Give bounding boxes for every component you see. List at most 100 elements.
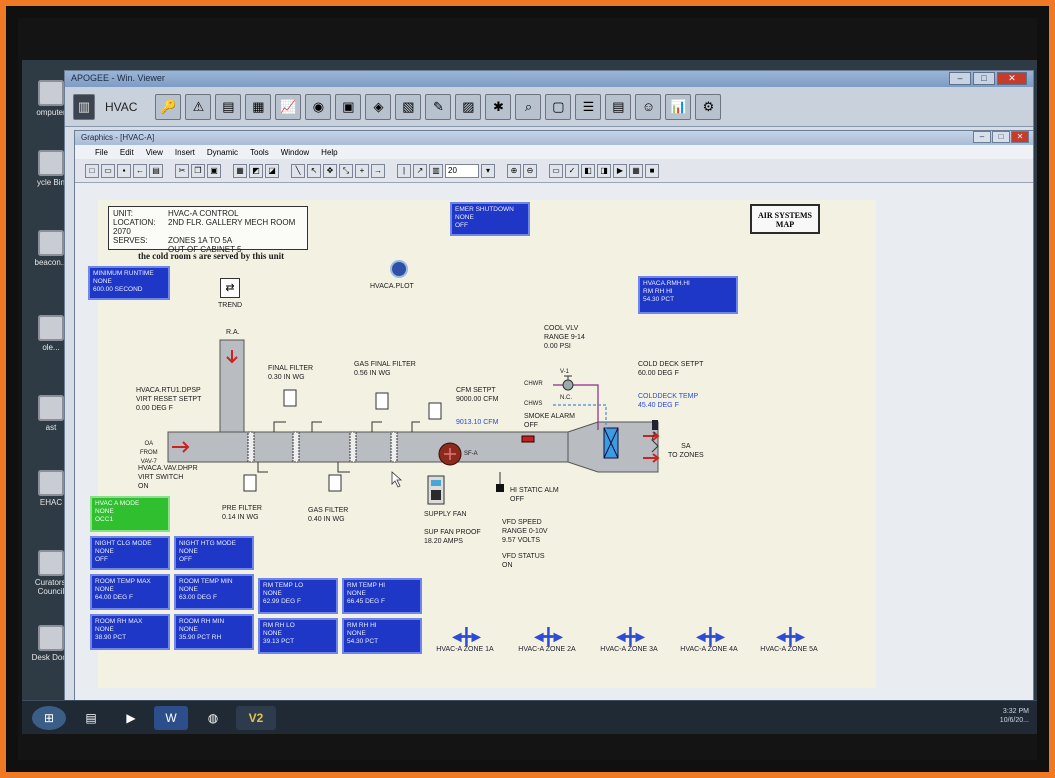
rm-rh-hi-box[interactable]: RM RH HI NONE 54.30 PCT [342,618,422,654]
menu-window[interactable]: Window [281,148,309,157]
emer-shutdown-box[interactable]: EMER SHUTDOWN NONE OFF [450,202,530,236]
taskbar-media-icon[interactable]: ▶ [114,706,148,730]
cursor-icon[interactable]: | [397,163,411,178]
zone-4a-link[interactable]: ◄╋► HVAC-A ZONE 4A [674,630,744,654]
menu-help[interactable]: Help [321,148,337,157]
tool-graphics-icon[interactable]: ▦ [245,93,272,120]
room-rh-min-box[interactable]: ROOM RH MIN NONE 35.90 PCT RH [174,614,254,650]
tool-window-icon[interactable]: ▢ [545,93,572,120]
layer-b-icon[interactable]: ✓ [565,163,579,178]
pointer-icon[interactable]: ↗ [413,163,427,178]
taskbar-explorer-icon[interactable]: ▤ [74,706,108,730]
step-icon[interactable]: → [371,163,385,178]
trend-icon[interactable]: ⇄ [220,278,240,298]
unit-note: the cold room s are served by this unit [138,251,285,261]
room-temp-min-box[interactable]: ROOM TEMP MIN NONE 63.00 DEG F [174,574,254,610]
room-rh-max-box[interactable]: ROOM RH MAX NONE 38.90 PCT [90,614,170,650]
plot-icon[interactable] [390,260,408,278]
zone-5a-link[interactable]: ◄╋► HVAC-A ZONE 5A [754,630,824,654]
tool-shield-icon[interactable]: ◈ [365,93,392,120]
min-runtime-box[interactable]: MINIMUM RUNTIME NONE 600.00 SECOND [88,266,170,300]
print-icon[interactable]: ▤ [149,163,163,178]
add-icon[interactable]: + [355,163,369,178]
night-clg-mode-box[interactable]: NIGHT CLG MODE NONE OFF [90,536,170,570]
night-htg-mode-box[interactable]: NIGHT HTG MODE NONE OFF [174,536,254,570]
tool-network-icon[interactable]: ▣ [335,93,362,120]
tool-b-icon[interactable]: ◩ [249,163,263,178]
zoom-select[interactable]: 20 [445,163,479,178]
zone-3a-link[interactable]: ◄╋► HVAC-A ZONE 3A [594,630,664,654]
graphics-minimize-button[interactable]: – [973,131,991,143]
new-icon[interactable]: □ [85,163,99,178]
air-systems-map-button[interactable]: AIR SYSTEMS MAP [750,204,820,234]
graphics-maximize-button[interactable]: □ [992,131,1010,143]
zoom-dropdown-icon[interactable]: ▾ [481,163,495,178]
rm-temp-hi-box[interactable]: RM TEMP HI NONE 66.45 DEG F [342,578,422,614]
tool-database-icon[interactable]: ▧ [395,93,422,120]
close-button[interactable]: ✕ [997,72,1027,85]
grid-icon[interactable]: ▥ [429,163,443,178]
tool-schedule-icon[interactable]: ▨ [455,93,482,120]
graphics-close-button[interactable]: ✕ [1011,131,1029,143]
rm-rh-lo-box[interactable]: RM RH LO NONE 39.13 PCT [258,618,338,654]
zone-2a-link[interactable]: ◄╋► HVAC-A ZONE 2A [512,630,582,654]
layer-a-icon[interactable]: ▭ [549,163,563,178]
taskbar-v2-app[interactable]: V2 [236,706,276,730]
building-icon[interactable]: ▥ [73,93,95,120]
menu-file[interactable]: File [95,148,108,157]
rm-temp-lo-box[interactable]: RM TEMP LO NONE 62.99 DEG F [258,578,338,614]
menu-insert[interactable]: Insert [175,148,195,157]
zoom-in-icon[interactable]: ⊕ [507,163,521,178]
rtu-dpsp-label: HVACA.RTU1.DPSP VIRT RESET SETPT 0.00 DE… [136,387,202,412]
open-icon[interactable]: ▭ [101,163,115,178]
maximize-button[interactable]: □ [973,72,995,85]
menu-view[interactable]: View [146,148,163,157]
tool-key-icon[interactable]: 🔑 [155,93,182,120]
select-icon[interactable]: ↖ [307,163,321,178]
cut-icon[interactable]: ✂ [175,163,189,178]
tool-table-icon[interactable]: ▤ [605,93,632,120]
copy-icon[interactable]: ❐ [191,163,205,178]
layer-g-icon[interactable]: ■ [645,163,659,178]
minimize-button[interactable]: – [949,72,971,85]
layer-d-icon[interactable]: ◨ [597,163,611,178]
tool-config-icon[interactable]: ⚙ [695,93,722,120]
tool-program-icon[interactable]: ✱ [485,93,512,120]
menu-edit[interactable]: Edit [120,148,134,157]
tool-a-icon[interactable]: ▦ [233,163,247,178]
layer-f-icon[interactable]: ▦ [629,163,643,178]
zoom-out-icon[interactable]: ⊖ [523,163,537,178]
taskbar-firefox-icon[interactable]: ◍ [196,706,230,730]
tool-pen-icon[interactable]: ✎ [425,93,452,120]
menu-tools[interactable]: Tools [250,148,269,157]
taskbar: ⊞ ▤ ▶ W ◍ V2 3:32 PM 10/6/20... [22,700,1037,734]
tool-alarm-icon[interactable]: ⚠ [185,93,212,120]
cold-deck-setpt-label: COLD DECK SETPT 60.00 DEG F [638,361,704,377]
taskbar-word-icon[interactable]: W [154,706,188,730]
tool-trend-icon[interactable]: 📈 [275,93,302,120]
tool-report-icon[interactable]: ▤ [215,93,242,120]
menu-dynamic[interactable]: Dynamic [207,148,238,157]
line-icon[interactable]: ╲ [291,163,305,178]
save-icon[interactable]: ▪ [117,163,131,178]
tool-users-icon[interactable]: ☺ [635,93,662,120]
start-button[interactable]: ⊞ [32,706,66,730]
tool-chart-icon[interactable]: 📊 [665,93,692,120]
colddeck-temp-label: COLDDECK TEMP 45.40 DEG F [638,393,699,409]
move-icon[interactable]: ✥ [323,163,337,178]
tool-list-icon[interactable]: ☰ [575,93,602,120]
hvac-mode-box[interactable]: HVAC A MODE NONE OCC1 [90,496,170,532]
tool-c-icon[interactable]: ◪ [265,163,279,178]
folder-icon [38,625,64,651]
paste-icon[interactable]: ▣ [207,163,221,178]
resize-icon[interactable]: ⤡ [339,163,353,178]
room-temp-max-box[interactable]: ROOM TEMP MAX NONE 64.00 DEG F [90,574,170,610]
layer-c-icon[interactable]: ◧ [581,163,595,178]
menu-bar: File Edit View Insert Dynamic Tools Wind… [75,145,1033,159]
zone-1a-link[interactable]: ◄╋► HVAC-A ZONE 1A [430,630,500,654]
layer-e-icon[interactable]: ▶ [613,163,627,178]
back-icon[interactable]: ← [133,163,147,178]
tool-disc-icon[interactable]: ◉ [305,93,332,120]
tool-search-icon[interactable]: ⌕ [515,93,542,120]
rm-rh-hi-status-box[interactable]: HVACA.RMH.HI RM RH HI 54.30 PCT [638,276,738,314]
